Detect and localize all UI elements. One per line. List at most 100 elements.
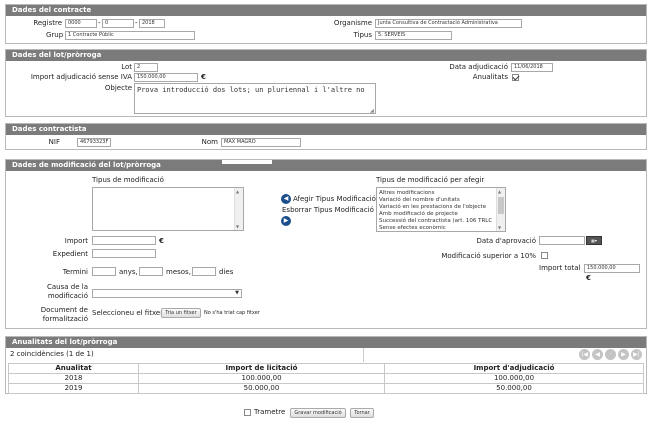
table-toolbar-divider [363,348,364,362]
trametre-checkbox[interactable] [244,409,251,416]
esborrar-tipus-button[interactable]: Esborrar Tipus Modificació [282,206,374,215]
anualitats-label: Anualitats [472,73,508,81]
grup-field[interactable]: 1 Contracte Públic [65,31,195,40]
table-row[interactable]: 2019 50.000,00 50.000,00 [8,383,644,394]
dies-label: dies [219,268,234,276]
lot-field[interactable]: 2 [134,63,158,72]
termini-label: Termini [62,268,88,276]
tornar-button[interactable]: Tornar [350,408,374,418]
organisme-field[interactable]: Junta Consultiva de Contractació Adminis… [375,19,522,28]
termini-dies-field[interactable] [192,267,216,276]
objecte-textarea[interactable]: Prova introducció dos lots; un plurienna… [134,83,376,114]
grup-label: Grup [46,31,64,39]
column-header-anualitat[interactable]: Anualitat [8,363,139,374]
tipus-modificacio-listbox[interactable]: ▲ ▼ [92,187,244,231]
seleccioneu-fitxer-label: Seleccioneu el fitxer [92,309,164,317]
last-page-icon[interactable]: ▶| [631,349,642,360]
tipus-afegir-label: Tipus de modificació per afegir [376,176,485,184]
registre-separator: - [98,19,101,27]
textarea-resize-icon: ◢ [370,108,374,114]
euro-symbol: € [586,274,591,282]
contract-data-header: Dades del contracte [6,5,646,16]
termini-anys-field[interactable] [92,267,116,276]
gravar-modificacio-button[interactable]: Gravar modificació [290,408,346,418]
modification-data-panel: Dades de modificació del lot/pròrroga Ti… [5,159,647,329]
contract-data-panel: Dades del contracte Registre 0000 - 0 - … [5,4,647,44]
table-cell: 2019 [8,383,139,394]
import-label: Import [64,237,88,245]
table-cell: 50.000,00 [384,383,644,394]
anualitats-checkbox[interactable] [512,74,519,81]
import-total-field[interactable]: 150.000,00 [584,264,640,273]
tipus-afegir-listbox[interactable]: Altres modificacions Variació del nombre… [376,187,506,232]
causa-label-line2: modificació [47,292,88,300]
registre-field-1[interactable]: 0000 [65,19,97,28]
registre-label: Registre [33,19,62,27]
registre-field-2[interactable]: 0 [102,19,134,28]
table-cell: 50.000,00 [138,383,385,394]
euro-symbol: € [159,237,164,245]
tipus-label: Tipus [353,31,372,39]
column-header-import-licitacio[interactable]: Import de licitació [138,363,385,374]
scroll-down-icon[interactable]: ▼ [498,225,501,230]
afegir-tipus-button[interactable]: Afegir Tipus Modificació [293,195,376,204]
lot-data-header: Dades del lot/pròrroga [6,50,646,61]
trametre-label: Trametre [254,408,286,416]
superior-10-checkbox[interactable] [541,252,548,259]
expedient-label: Expedient [52,250,88,258]
import-field[interactable] [92,236,156,245]
afegir-arrow-icon[interactable]: ◀ [281,194,291,204]
document-label-line1: Document de [40,306,88,314]
listbox-option[interactable]: Sense efectes econòmic [377,224,505,231]
data-adjudicacio-label: Data adjudicació [449,63,508,71]
mesos-label: mesos, [166,268,191,276]
tipus-field[interactable]: 5. SERVEIS [375,31,452,40]
table-header-row: Anualitat Import de licitació Import d'a… [8,363,644,374]
coincidencies-label: 2 coincidències (1 de 1) [10,350,94,358]
table-cell: 100.000,00 [384,373,644,384]
termini-mesos-field[interactable] [139,267,163,276]
column-header-import-adjudicacio[interactable]: Import d'adjudicació [384,363,644,374]
data-aprovacio-field[interactable] [539,236,585,245]
contractor-data-header: Dades contractista [6,124,646,135]
objecte-label: Objecte [104,84,132,92]
modification-data-header: Dades de modificació del lot/pròrroga [6,160,646,171]
causa-label-line1: Causa de la [47,283,88,291]
next-page-icon[interactable]: ▶ [618,349,629,360]
expedient-field[interactable] [92,249,156,258]
choose-file-button[interactable]: Tria un fitxer [161,308,201,318]
page-number-icon[interactable]: · [605,349,616,360]
scrollbar-thumb[interactable] [498,197,504,214]
esborrar-arrow-icon[interactable]: ▶ [281,216,291,226]
tipus-modificacio-label: Tipus de modificació [92,176,164,184]
superior-10-label: Modificació superior a 10% [441,252,536,260]
nif-field[interactable]: 46793323F [77,138,111,147]
data-adjudicacio-field[interactable]: 11/06/2018 [511,63,553,72]
lot-label: Lot [121,63,132,71]
listbox-scrollbar[interactable]: ▲ ▼ [234,188,243,230]
nif-label: NIF [48,138,60,146]
registre-separator: - [135,19,138,27]
nom-label: Nom [201,138,218,146]
scroll-up-icon[interactable]: ▲ [498,189,501,194]
anualitats-header: Anualitats del lot/pròrroga [6,337,646,348]
causa-select[interactable]: ▼ [92,289,242,298]
first-page-icon[interactable]: |◀ [579,349,590,360]
no-file-chosen-label: No s'ha triat cap fitxer [204,310,260,316]
import-adjudicacio-label: Import adjudicació sense IVA [30,73,132,81]
table-row[interactable]: 2018 100.000,00 100.000,00 [8,373,644,384]
contractor-data-panel: Dades contractista NIF 46793323F Nom MAX… [5,123,647,150]
scroll-down-icon[interactable]: ▼ [236,224,239,229]
calendar-icon[interactable]: ▦▾ [586,236,602,245]
anys-label: anys, [119,268,138,276]
import-adjudicacio-field[interactable]: 150.000,00 [134,73,198,82]
lot-data-panel: Dades del lot/pròrroga Lot 2 Data adjudi… [5,49,647,117]
previous-page-icon[interactable]: ◀ [592,349,603,360]
anualitats-table: Anualitat Import de licitació Import d'a… [8,363,644,394]
nom-field[interactable]: MAX MAGRO [221,138,301,147]
chevron-down-icon: ▼ [235,290,239,296]
listbox-scrollbar[interactable]: ▲ ▼ [496,188,505,231]
registre-field-3[interactable]: 2018 [139,19,165,28]
table-cell: 100.000,00 [138,373,385,384]
scroll-up-icon[interactable]: ▲ [236,189,239,194]
